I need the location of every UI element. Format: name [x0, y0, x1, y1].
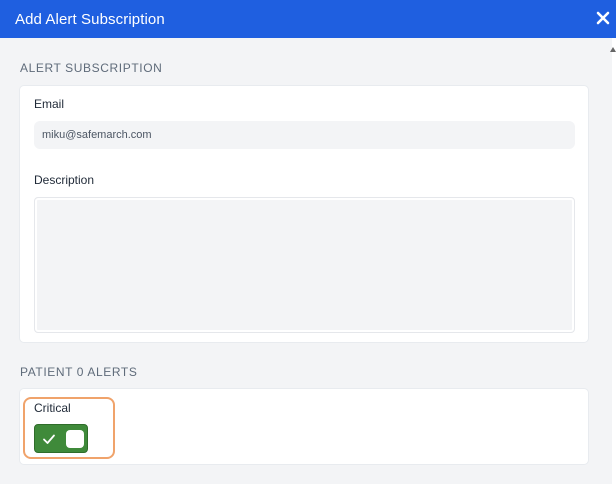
scrollbar[interactable]	[612, 38, 616, 484]
email-label: Email	[34, 97, 65, 111]
dialog-title: Add Alert Subscription	[15, 10, 165, 28]
check-icon	[43, 434, 55, 444]
description-textarea[interactable]	[34, 197, 575, 333]
alert-subscription-heading: ALERT SUBSCRIPTION	[20, 61, 163, 75]
dialog-titlebar: Add Alert Subscription	[0, 0, 616, 38]
email-field[interactable]	[34, 121, 575, 149]
alert-subscription-card: Email Description	[20, 86, 588, 342]
patient-alerts-heading: PATIENT 0 ALERTS	[20, 365, 138, 379]
description-label: Description	[34, 173, 95, 187]
scroll-up-icon[interactable]	[610, 47, 616, 52]
critical-toggle[interactable]	[34, 424, 88, 453]
close-icon[interactable]	[595, 9, 611, 27]
toggle-knob	[66, 430, 84, 448]
